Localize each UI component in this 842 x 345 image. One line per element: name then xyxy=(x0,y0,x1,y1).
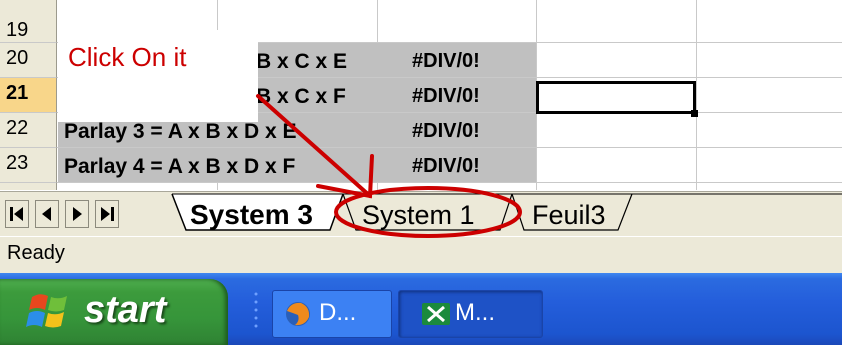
spreadsheet-grid[interactable]: 19 20 21 22 23 B x C x E B x C x F Parla… xyxy=(0,0,842,190)
fill-handle[interactable] xyxy=(691,110,698,117)
cell-result-row20[interactable]: #DIV/0! xyxy=(412,46,480,77)
row-header-19[interactable]: 19 xyxy=(0,0,57,43)
cell-result-row23[interactable]: #DIV/0! xyxy=(412,151,480,182)
row-header-20[interactable]: 20 xyxy=(0,43,57,78)
row-divider xyxy=(57,182,842,183)
firefox-icon xyxy=(286,302,310,326)
status-bar: Ready xyxy=(0,236,842,273)
taskbar-item-excel[interactable]: M... xyxy=(398,290,543,338)
taskbar-item-firefox-label: D... xyxy=(319,299,357,326)
row-header-21[interactable]: 21 xyxy=(0,78,57,113)
windows-taskbar: start D... M... xyxy=(0,273,842,345)
taskbar-item-excel-label: M... xyxy=(455,299,495,326)
sheet-tab-system-1[interactable]: System 1 xyxy=(362,196,475,234)
row-divider xyxy=(57,147,842,148)
sheet-tab-system-3[interactable]: System 3 xyxy=(190,196,313,234)
start-button[interactable]: start xyxy=(0,279,228,345)
cell-formula-row23[interactable]: Parlay 4 = A x B x D x F xyxy=(64,151,295,182)
row-header-23[interactable]: 23 xyxy=(0,148,57,183)
cell-result-row22[interactable]: #DIV/0! xyxy=(412,116,480,147)
sheet-tab-feuil3[interactable]: Feuil3 xyxy=(532,196,606,234)
excel-icon xyxy=(422,303,450,325)
taskbar-item-firefox[interactable]: D... xyxy=(272,290,392,338)
cell-formula-row20[interactable]: B x C x E xyxy=(256,46,347,77)
start-label: start xyxy=(84,289,167,331)
windows-logo-icon xyxy=(26,294,67,328)
row-header-22[interactable]: 22 xyxy=(0,113,57,148)
status-text: Ready xyxy=(7,242,65,264)
annotation-callout: Click On it xyxy=(58,30,258,122)
column-divider xyxy=(696,0,697,190)
annotation-text: Click On it xyxy=(68,42,187,72)
active-cell[interactable] xyxy=(536,81,696,114)
cell-result-row21[interactable]: #DIV/0! xyxy=(412,81,480,112)
cell-formula-row21[interactable]: B x C x F xyxy=(256,81,346,112)
row-header-partial xyxy=(0,183,57,190)
taskbar-grip xyxy=(254,292,258,328)
sheet-tab-bar: System 3 System 1 Feuil3 xyxy=(0,191,842,236)
